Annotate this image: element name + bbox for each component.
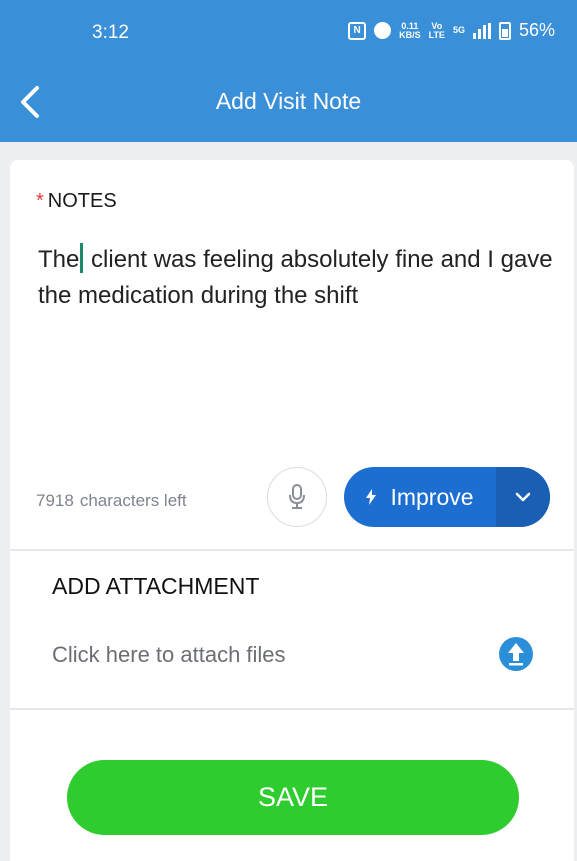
attach-files-row[interactable]: Click here to attach files bbox=[52, 632, 552, 676]
characters-left: 7918 characters left bbox=[36, 491, 187, 511]
characters-left-count: 7918 bbox=[36, 491, 74, 510]
status-icons: N 0.11 KB/S Vo LTE 5G 56% bbox=[348, 20, 555, 41]
notes-text-before-caret: The bbox=[38, 246, 80, 273]
battery-icon bbox=[498, 21, 511, 40]
notes-text-after-caret: client was feeling absolutely fine and I… bbox=[38, 246, 553, 309]
improve-dropdown-button[interactable] bbox=[496, 467, 550, 527]
text-caret bbox=[80, 243, 84, 273]
net-speed: 0.11 KB/S bbox=[399, 21, 421, 40]
notes-textarea[interactable]: The client was feeling absolutely fine a… bbox=[38, 242, 558, 314]
microphone-button[interactable] bbox=[267, 467, 327, 527]
improve-label: Improve bbox=[390, 483, 474, 510]
divider bbox=[10, 708, 574, 710]
lightning-icon bbox=[366, 489, 377, 505]
required-marker: * bbox=[36, 190, 44, 212]
improve-main[interactable]: Improve bbox=[344, 467, 496, 527]
divider bbox=[10, 549, 574, 551]
net-speed-unit: KB/S bbox=[399, 29, 421, 40]
status-time: 3:12 bbox=[92, 22, 129, 43]
attachment-title: ADD ATTACHMENT bbox=[52, 573, 260, 599]
nfc-icon: N bbox=[348, 21, 367, 40]
signal-icon bbox=[472, 22, 491, 39]
volte-bottom: LTE bbox=[428, 29, 445, 40]
notes-label-text: NOTES bbox=[47, 190, 117, 212]
page-title: Add Visit Note bbox=[215, 88, 362, 114]
save-button[interactable]: SAVE bbox=[67, 760, 519, 835]
notes-label: * NOTES bbox=[36, 190, 117, 213]
volte-icon: Vo LTE bbox=[428, 21, 445, 40]
characters-left-suffix: characters left bbox=[79, 491, 187, 510]
attach-hint: Click here to attach files bbox=[52, 642, 286, 667]
app-bar: Add Visit Note bbox=[0, 64, 577, 142]
microphone-icon bbox=[289, 484, 305, 509]
network-type: 5G bbox=[452, 25, 465, 35]
upload-icon[interactable] bbox=[498, 636, 534, 672]
alarm-icon bbox=[374, 22, 392, 39]
improve-button[interactable]: Improve bbox=[344, 467, 550, 527]
note-card: * NOTES The client was feeling absolutely… bbox=[10, 160, 574, 861]
battery-percent: 56% bbox=[518, 20, 555, 40]
status-bar: 3:12 N 0.11 KB/S Vo LTE 5G 56% bbox=[0, 0, 577, 64]
chevron-down-icon bbox=[515, 492, 531, 502]
